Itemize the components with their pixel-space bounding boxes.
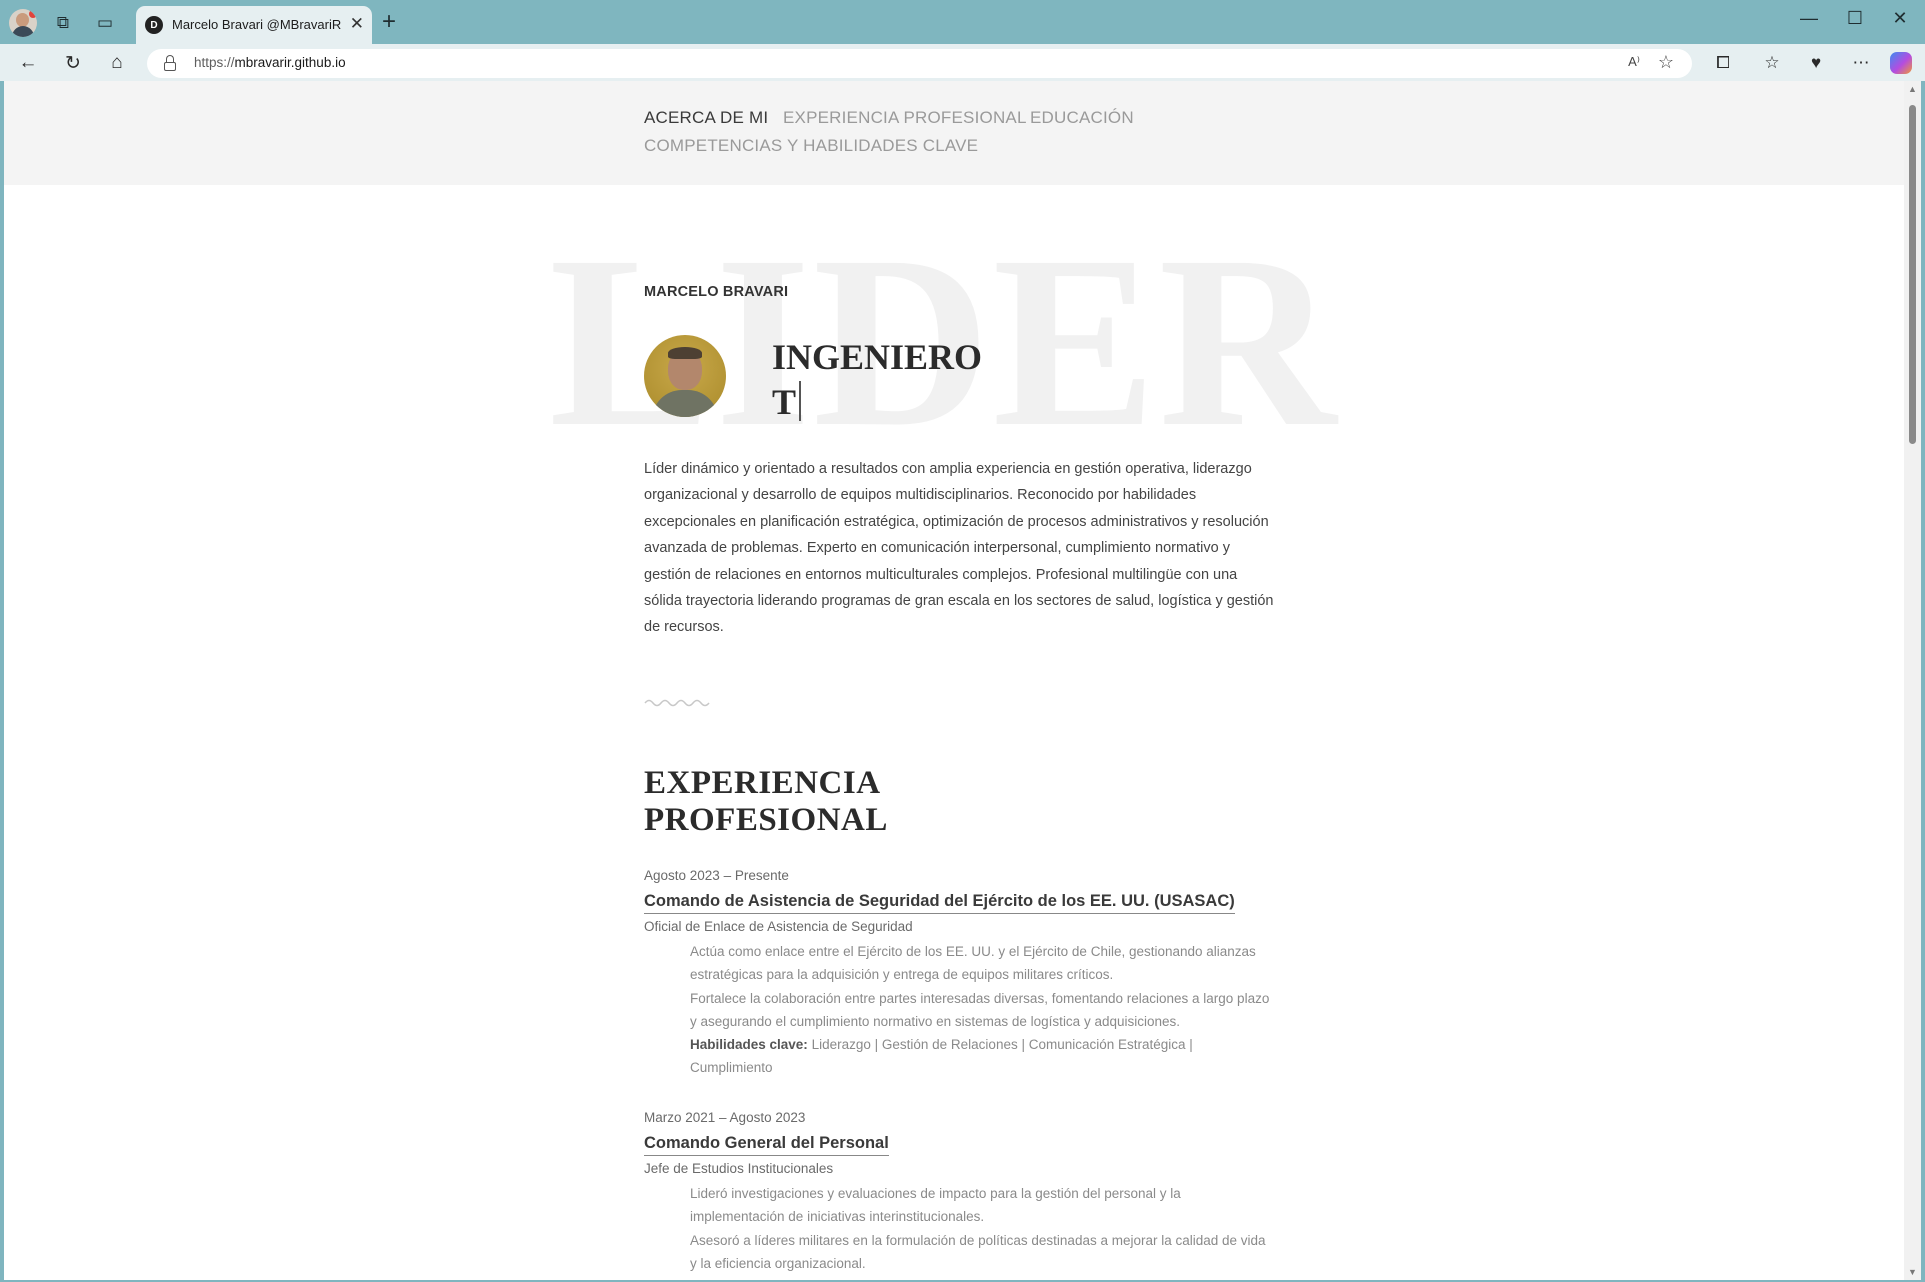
url-text[interactable]: https://mbravarir.github.io xyxy=(194,55,346,70)
page-scrollbar[interactable]: ▲ ▼ xyxy=(1904,81,1921,1280)
lock-icon[interactable] xyxy=(163,55,177,71)
extensions-icon[interactable]: ⧠ xyxy=(1710,50,1736,76)
job-skills: Habilidades clave: Liderazgo | Gestión d… xyxy=(690,1037,1193,1076)
nav-competencias[interactable]: COMPETENCIAS Y HABILIDADES CLAVE xyxy=(644,136,978,156)
browser-essentials-icon[interactable]: ♥ xyxy=(1803,50,1829,76)
browser-toolbar: ← ↻ ⌂ https://mbravarir.github.io A⁾ ☆ ⧠… xyxy=(0,44,1925,81)
back-icon[interactable]: ← xyxy=(14,50,42,76)
job-bullet: Actúa como enlace entre el Ejército de l… xyxy=(690,944,1256,983)
favorite-star-icon[interactable]: ☆ xyxy=(1658,52,1674,73)
browser-tab-bar: ⧉ ▭ D Marcelo Bravari @MBravariR ✕ + — ☐… xyxy=(0,0,1925,44)
copilot-icon[interactable] xyxy=(1890,52,1912,74)
site-favicon-icon: D xyxy=(145,16,163,34)
job-bullet: Asesoró a líderes militares en la formul… xyxy=(690,1232,1266,1271)
job-entry: Marzo 2021 – Agosto 2023 Comando General… xyxy=(644,1110,1284,1275)
refresh-icon[interactable]: ↻ xyxy=(59,50,87,76)
job-role: Oficial de Enlace de Asistencia de Segur… xyxy=(644,919,913,934)
job-bullet: Fortalece la colaboración entre partes i… xyxy=(690,990,1270,1029)
more-options-icon[interactable]: ⋯ xyxy=(1848,50,1874,76)
profile-name: MARCELO BRAVARI xyxy=(644,284,789,300)
experience-section-title: EXPERIENCIA PROFESIONAL xyxy=(644,765,888,838)
home-icon[interactable]: ⌂ xyxy=(103,50,131,76)
wave-divider xyxy=(644,699,710,707)
headline-line-2: T xyxy=(772,382,797,422)
job-role: Jefe de Estudios Institucionales xyxy=(644,1161,834,1176)
read-aloud-icon[interactable]: A⁾ xyxy=(1628,54,1640,70)
scroll-down-icon[interactable]: ▼ xyxy=(1908,1267,1917,1277)
address-bar[interactable]: https://mbravarir.github.io A⁾ ☆ xyxy=(147,49,1692,78)
scrollbar-thumb[interactable] xyxy=(1909,105,1916,444)
typing-caret xyxy=(799,381,802,421)
job-company[interactable]: Comando de Asistencia de Seguridad del E… xyxy=(644,892,1235,914)
site-header: ACERCA DE MI EXPERIENCIA PROFESIONAL EDU… xyxy=(4,81,1904,185)
favorites-icon[interactable]: ☆ xyxy=(1759,50,1785,76)
workspaces-icon[interactable]: ⧉ xyxy=(50,10,76,36)
job-company[interactable]: Comando General del Personal xyxy=(644,1134,889,1156)
job-bullets: Actúa como enlace entre el Ejército de l… xyxy=(690,940,1270,1080)
tab-title: Marcelo Bravari @MBravariR xyxy=(172,17,342,32)
page-viewport: ACERCA DE MI EXPERIENCIA PROFESIONAL EDU… xyxy=(4,81,1921,1280)
nav-educacion[interactable]: EDUCACIÓN xyxy=(1030,108,1134,128)
minimize-icon[interactable]: — xyxy=(1786,8,1832,29)
job-bullets: Lideró investigaciones y evaluaciones de… xyxy=(690,1182,1270,1275)
profile-photo xyxy=(644,335,726,417)
vertical-tabs-icon[interactable]: ▭ xyxy=(92,10,118,36)
job-bullet: Lideró investigaciones y evaluaciones de… xyxy=(690,1186,1181,1225)
job-date: Marzo 2021 – Agosto 2023 xyxy=(644,1110,806,1125)
job-entry: Agosto 2023 – Presente Comando de Asiste… xyxy=(644,868,1284,1080)
headline-line-1: INGENIERO xyxy=(772,337,983,377)
intro-paragraph: Líder dinámico y orientado a resultados … xyxy=(644,461,1274,636)
typed-headline: INGENIERO T xyxy=(772,335,982,425)
browser-tab[interactable]: D Marcelo Bravari @MBravariR ✕ xyxy=(136,6,372,44)
new-tab-icon[interactable]: + xyxy=(382,8,396,36)
close-tab-icon[interactable]: ✕ xyxy=(350,14,364,34)
close-window-icon[interactable]: ✕ xyxy=(1877,8,1923,29)
maximize-icon[interactable]: ☐ xyxy=(1832,8,1878,29)
scroll-up-icon[interactable]: ▲ xyxy=(1908,84,1917,94)
nav-experiencia-profesional[interactable]: EXPERIENCIA PROFESIONAL xyxy=(783,108,1027,128)
nav-acerca-de-mi[interactable]: ACERCA DE MI xyxy=(644,108,768,128)
job-date: Agosto 2023 – Presente xyxy=(644,868,789,883)
profile-avatar-icon[interactable] xyxy=(9,9,37,37)
